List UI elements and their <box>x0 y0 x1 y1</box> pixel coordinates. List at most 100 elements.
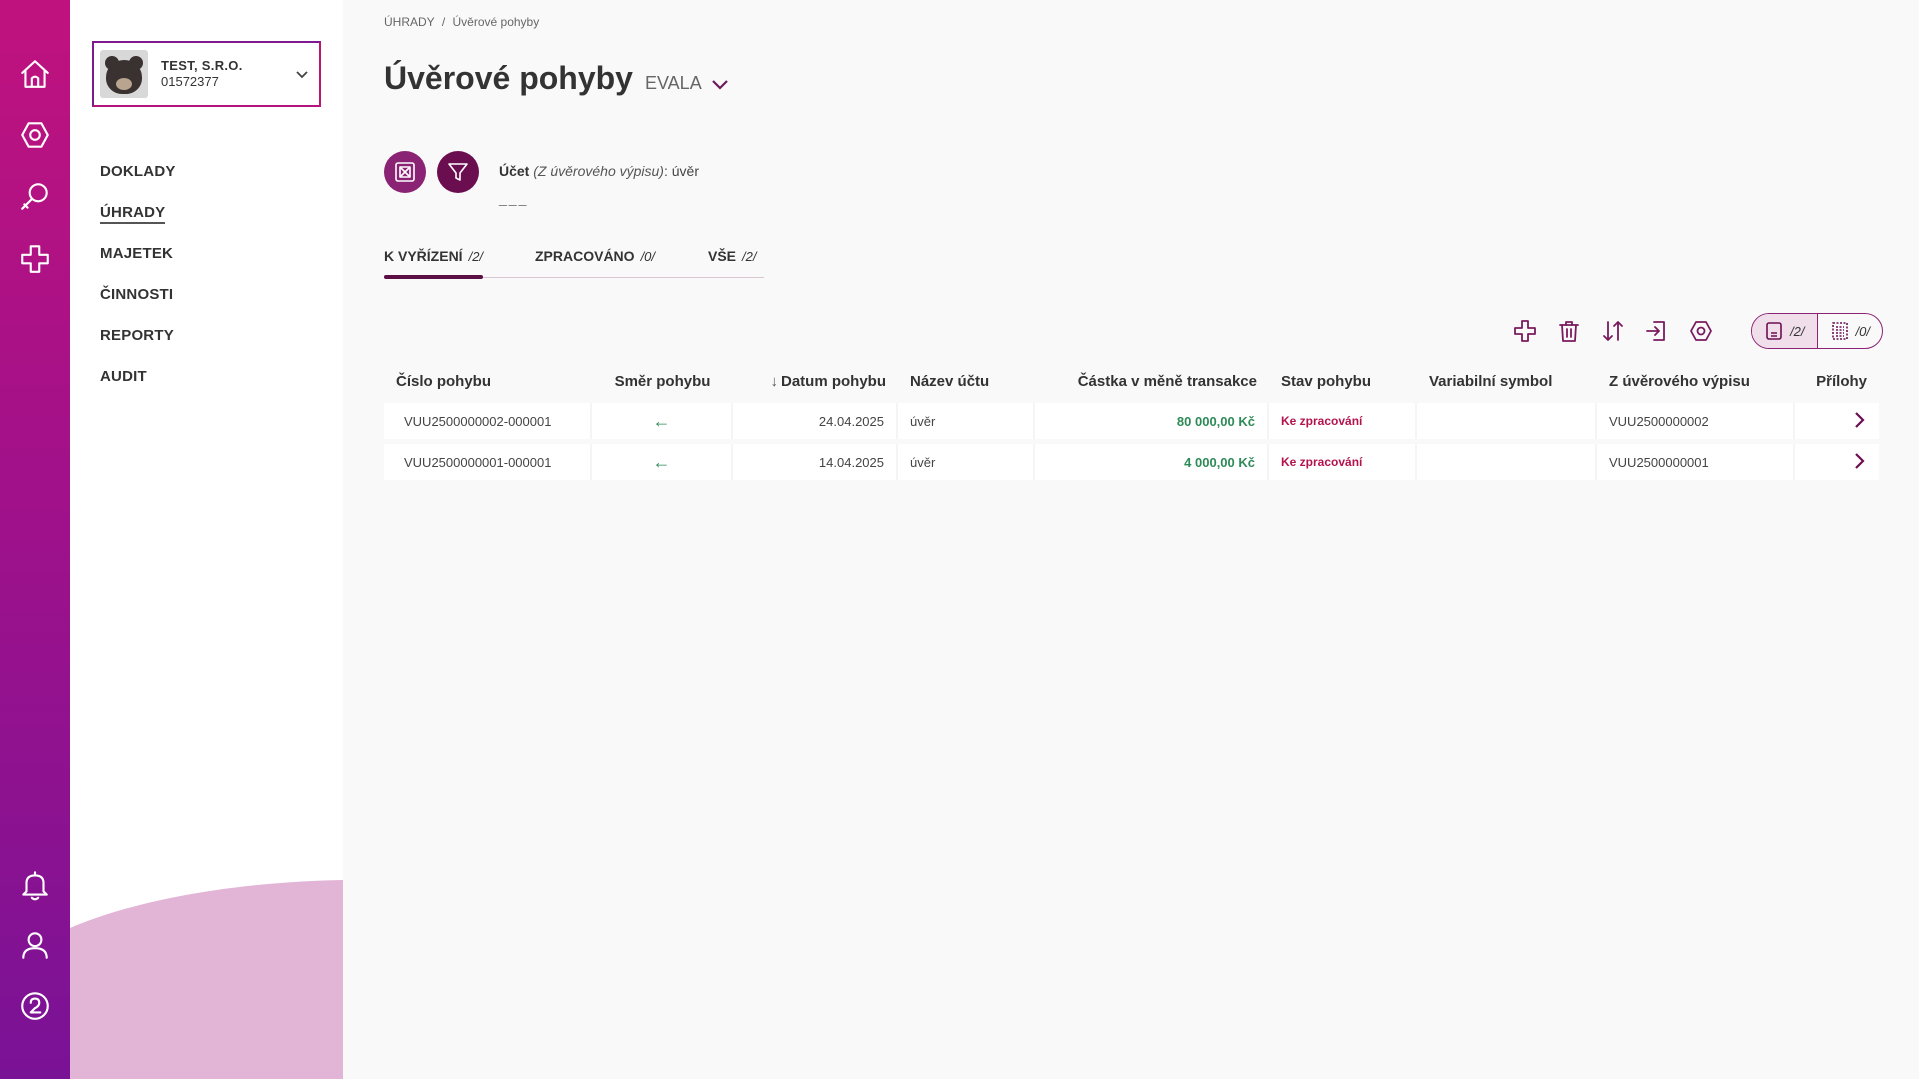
cell-cislo: VUU2500000002-000001 <box>384 403 592 439</box>
column-header[interactable]: Variabilní symbol <box>1417 365 1597 398</box>
nav-item-audit[interactable]: AUDIT <box>100 365 176 406</box>
page-title: Úvěrové pohyby <box>384 60 633 96</box>
cell-ucet: úvěr <box>898 444 1035 480</box>
cell-vs <box>1417 403 1597 439</box>
sort-icon <box>1603 321 1623 341</box>
breadcrumb-root[interactable]: ÚHRADY <box>384 15 434 29</box>
cell-vypis: VUU2500000002 <box>1597 403 1795 439</box>
cell-vs <box>1417 444 1597 480</box>
nav-item-label: REPORTY <box>100 327 174 344</box>
breadcrumb-separator: / <box>441 15 446 29</box>
view-toggle-count: /0/ <box>1855 323 1870 339</box>
cell-cislo: VUU2500000001-000001 <box>384 444 592 480</box>
chevron-right-icon <box>1855 411 1865 428</box>
active-filter[interactable]: Účet (Z úvěrového výpisu): úvěr <box>499 163 699 179</box>
add-button[interactable] <box>1511 317 1539 345</box>
view-toggle: /2/ /0/ <box>1751 313 1883 349</box>
main-nav: DOKLADY ÚHRADY MAJETEK ČINNOSTI REPORTY … <box>100 160 176 406</box>
home-icon[interactable] <box>14 53 56 95</box>
direction-incoming-icon: ← <box>592 403 733 439</box>
tab-count: /2/ <box>468 249 484 264</box>
column-header[interactable]: Název účtu <box>898 365 1035 398</box>
column-header[interactable]: Částka v měně transakce <box>1035 365 1269 398</box>
add-icon <box>1514 320 1536 342</box>
direction-incoming-icon: ← <box>592 444 733 480</box>
settings-button[interactable] <box>1687 317 1715 345</box>
column-header[interactable]: Číslo pohybu <box>384 365 592 398</box>
cell-stav: Ke zpracování <box>1269 403 1417 439</box>
tab-vse[interactable]: VŠE/2/ <box>708 248 756 277</box>
tab-k-vyrizeni[interactable]: K VYŘÍZENÍ/2/ <box>384 248 484 279</box>
column-header[interactable]: Z úvěrového výpisu <box>1597 365 1795 398</box>
settings-icon[interactable] <box>14 114 56 156</box>
list-icon <box>1831 322 1848 340</box>
filter-placeholder: ___ <box>499 190 529 206</box>
sort-button[interactable] <box>1599 317 1627 345</box>
cell-castka: 80 000,00 Kč <box>1035 403 1269 439</box>
column-header[interactable]: Směr pohybu <box>592 365 733 398</box>
nav-item-majetek[interactable]: MAJETEK <box>100 242 176 283</box>
trash-icon <box>1559 321 1579 342</box>
cell-vypis: VUU2500000001 <box>1597 444 1795 480</box>
delete-button[interactable] <box>1555 317 1583 345</box>
import-icon <box>1646 321 1665 341</box>
nav-item-label: AUDIT <box>100 368 147 385</box>
cell-datum: 24.04.2025 <box>733 403 898 439</box>
nav-item-label: ÚHRADY <box>100 204 166 224</box>
chevron-down-icon <box>711 79 728 90</box>
scan-button[interactable] <box>384 151 426 193</box>
status-tabs: K VYŘÍZENÍ/2/ ZPRACOVÁNO/0/ VŠE/2/ <box>384 248 764 279</box>
bell-icon[interactable] <box>14 864 56 906</box>
table-row[interactable]: VUU2500000002-000001 ← 24.04.2025 úvěr 8… <box>384 403 1879 439</box>
main-content: ÚHRADY / Úvěrové pohyby Úvěrové pohyby E… <box>343 0 1919 1079</box>
settings-icon <box>1690 321 1712 341</box>
view-toggle-list[interactable]: /2/ <box>1752 314 1818 348</box>
nav-item-doklady[interactable]: DOKLADY <box>100 160 176 201</box>
cell-ucet: úvěr <box>898 403 1035 439</box>
tab-label: VŠE <box>708 248 737 264</box>
nav-item-uhrady[interactable]: ÚHRADY <box>100 201 176 242</box>
scan-icon <box>395 162 415 182</box>
add-icon[interactable] <box>14 238 56 280</box>
filter-icon <box>448 163 468 181</box>
tab-count: /2/ <box>742 249 757 264</box>
document-icon <box>1766 322 1782 340</box>
user-icon[interactable] <box>14 924 56 966</box>
nav-item-cinnosti[interactable]: ČINNOSTI <box>100 283 176 324</box>
scope-label: EVALA <box>645 73 702 93</box>
tab-zpracovano[interactable]: ZPRACOVÁNO/0/ <box>535 248 655 277</box>
filter-value: : úvěr <box>663 163 699 179</box>
scope-selector[interactable]: EVALA <box>645 73 730 94</box>
view-toggle-detail[interactable]: /0/ <box>1818 314 1882 348</box>
tab-label: ZPRACOVÁNO <box>535 248 635 264</box>
column-header[interactable]: Přílohy <box>1795 365 1879 398</box>
view-toggle-count: /2/ <box>1790 323 1805 339</box>
company-selector[interactable]: TEST, S.R.O. 01572377 <box>92 41 321 107</box>
sidebar: TEST, S.R.O. 01572377 DOKLADY ÚHRADY MAJ… <box>70 0 343 1079</box>
search-icon[interactable] <box>14 176 56 218</box>
filter-button[interactable] <box>437 151 479 193</box>
nav-item-reporty[interactable]: REPORTY <box>100 324 176 365</box>
company-info: TEST, S.R.O. 01572377 <box>161 58 243 90</box>
company-name: TEST, S.R.O. <box>161 58 243 73</box>
open-row-button[interactable] <box>1795 444 1879 480</box>
sort-down-icon: ↓ <box>770 373 779 390</box>
chevron-down-icon <box>295 67 309 81</box>
help-icon[interactable] <box>14 985 56 1027</box>
column-header[interactable]: Stav pohybu <box>1269 365 1417 398</box>
nav-item-label: MAJETEK <box>100 245 174 262</box>
cell-castka: 4 000,00 Kč <box>1035 444 1269 480</box>
cell-datum: 14.04.2025 <box>733 444 898 480</box>
table-row[interactable]: VUU2500000001-000001 ← 14.04.2025 úvěr 4… <box>384 444 1879 480</box>
import-button[interactable] <box>1643 317 1671 345</box>
open-row-button[interactable] <box>1795 403 1879 439</box>
nav-item-label: DOKLADY <box>100 163 176 180</box>
column-header-label: Datum pohybu <box>781 373 886 390</box>
company-avatar <box>100 50 148 98</box>
breadcrumb-current: Úvěrové pohyby <box>452 15 540 29</box>
filter-detail: (Z úvěrového výpisu) <box>533 163 664 179</box>
tab-count: /0/ <box>640 249 656 264</box>
breadcrumb: ÚHRADY / Úvěrové pohyby <box>384 15 539 29</box>
column-header-sorted[interactable]: ↓ Datum pohybu <box>733 365 898 398</box>
cell-stav: Ke zpracování <box>1269 444 1417 480</box>
